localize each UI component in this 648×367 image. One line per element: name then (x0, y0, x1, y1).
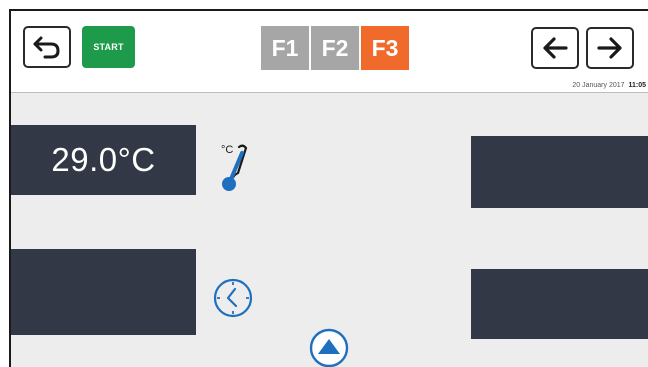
arrow-left-icon (543, 37, 568, 59)
date-text: 20 January 2017 (572, 82, 625, 89)
right-display-upper[interactable] (471, 136, 648, 208)
time-display[interactable] (11, 249, 196, 335)
tab-f2[interactable]: F2 (311, 26, 359, 70)
arrow-up-circle-icon[interactable] (307, 326, 351, 367)
svg-text:°C: °C (221, 144, 233, 156)
clock-icon (213, 278, 253, 318)
temperature-value: 29.0°C (51, 141, 156, 178)
back-button[interactable] (23, 26, 71, 68)
temperature-display[interactable]: 29.0°C (11, 125, 196, 195)
tab-f1[interactable]: F1 (261, 26, 309, 70)
tab-f3[interactable]: F3 (361, 26, 409, 70)
next-button[interactable] (586, 27, 634, 69)
screen-frame: START F1 F2 F3 20 January 2017 11:05 29.… (9, 9, 648, 367)
time-text: 11:05 (628, 82, 646, 89)
start-button[interactable]: START (82, 26, 135, 68)
thermometer-celsius-icon: °C (221, 144, 248, 191)
date-time-display: 20 January 2017 11:05 (572, 82, 646, 89)
arrow-right-icon (597, 37, 622, 59)
previous-button[interactable] (531, 27, 579, 69)
right-display-lower[interactable] (471, 269, 648, 339)
undo-arrow-icon (33, 36, 60, 59)
program-tabs: F1 F2 F3 (261, 26, 409, 70)
top-bar: START F1 F2 F3 20 January 2017 11:05 (11, 11, 648, 93)
